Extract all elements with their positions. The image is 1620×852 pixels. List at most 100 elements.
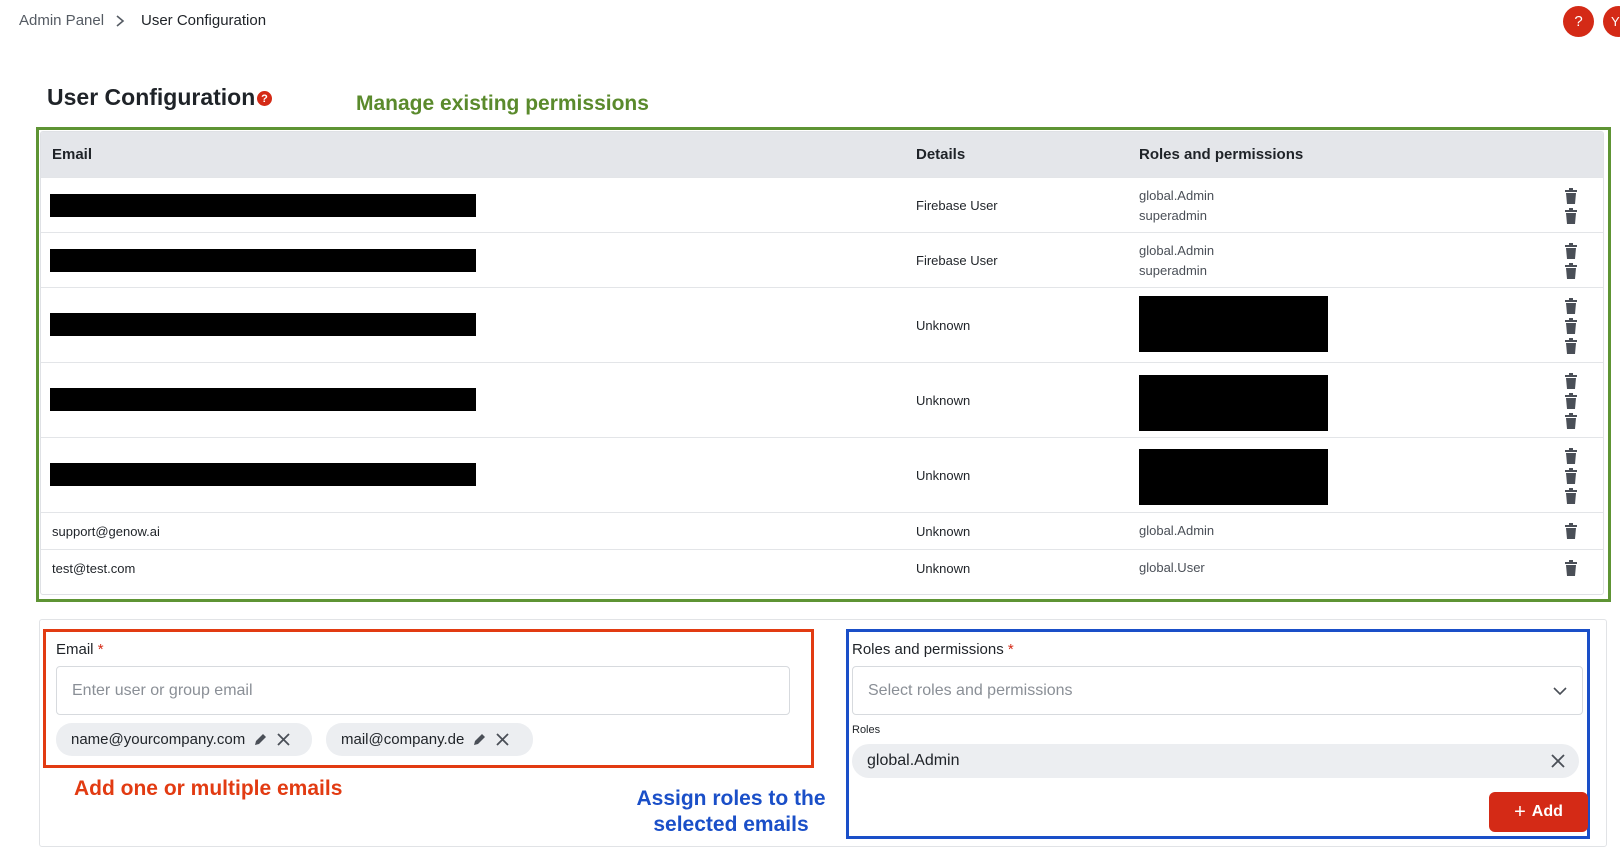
- trash-icon[interactable]: [1564, 523, 1578, 539]
- details-cell: Unknown: [916, 393, 971, 408]
- email-label-text: Email: [56, 641, 94, 658]
- breadcrumb-current: User Configuration: [141, 12, 267, 29]
- page-title: User Configuration: [47, 84, 256, 110]
- trash-icon[interactable]: [1564, 393, 1578, 409]
- email-chip-label: mail@company.de: [341, 731, 465, 748]
- details-cell: Unknown: [916, 318, 971, 333]
- email-cell: test@test.com: [52, 561, 136, 576]
- annotation-box-roles: [846, 629, 1590, 839]
- top-bar: Admin Panel User Configuration ? Y: [0, 0, 1620, 44]
- row-actions: [1564, 298, 1580, 358]
- redacted-roles: [1139, 449, 1328, 505]
- details-cell: Unknown: [916, 561, 971, 576]
- selected-role-chip[interactable]: global.Admin: [852, 744, 1579, 778]
- trash-icon[interactable]: [1564, 373, 1578, 389]
- plus-icon: +: [1514, 801, 1526, 823]
- trash-icon[interactable]: [1564, 208, 1578, 224]
- email-chip-label: name@yourcompany.com: [71, 731, 246, 748]
- avatar[interactable]: Y: [1603, 6, 1620, 37]
- annotation-assign-line1: Assign roles to the: [636, 787, 826, 810]
- table-row[interactable]: Unknown: [41, 437, 1603, 512]
- role-item: superadmin: [1139, 263, 1207, 278]
- avatar-initial: Y: [1611, 14, 1620, 29]
- trash-icon[interactable]: [1564, 243, 1578, 259]
- add-button[interactable]: + Add: [1489, 792, 1588, 832]
- trash-icon[interactable]: [1564, 488, 1578, 504]
- redacted-email: [50, 388, 476, 411]
- trash-icon[interactable]: [1564, 338, 1578, 354]
- table-row[interactable]: Firebase User global.Admin superadmin: [41, 177, 1603, 232]
- email-field-label: Email *: [56, 641, 104, 658]
- column-header-roles[interactable]: Roles and permissions: [1139, 146, 1303, 163]
- help-icon[interactable]: ?: [1563, 6, 1594, 37]
- row-actions: [1564, 243, 1580, 283]
- row-actions: [1564, 188, 1580, 228]
- chevron-down-icon[interactable]: [1552, 685, 1568, 697]
- add-button-label: Add: [1531, 803, 1563, 820]
- roles-cell: global.Admin superadmin: [1139, 186, 1214, 226]
- roles-select[interactable]: Select roles and permissions: [852, 666, 1583, 715]
- close-icon[interactable]: [1551, 754, 1565, 768]
- annotation-add-emails: Add one or multiple emails: [74, 777, 343, 800]
- redacted-email: [50, 194, 476, 217]
- table-row[interactable]: test@test.com Unknown global.User: [41, 549, 1603, 586]
- role-item: global.Admin: [1139, 188, 1215, 203]
- table-row[interactable]: Unknown: [41, 362, 1603, 437]
- roles-field-label: Roles and permissions *: [852, 641, 1014, 658]
- chevron-right-icon: [116, 15, 125, 27]
- details-cell: Firebase User: [916, 253, 998, 268]
- trash-icon[interactable]: [1564, 263, 1578, 279]
- column-header-email[interactable]: Email: [52, 146, 92, 163]
- pencil-icon[interactable]: [472, 732, 487, 747]
- redacted-roles: [1139, 296, 1328, 352]
- row-actions: [1564, 448, 1580, 508]
- close-icon[interactable]: [495, 732, 510, 747]
- details-cell: Unknown: [916, 524, 971, 539]
- role-item: global.Admin: [1139, 243, 1215, 258]
- close-icon[interactable]: [276, 732, 291, 747]
- trash-icon[interactable]: [1564, 448, 1578, 464]
- email-cell: support@genow.ai: [52, 524, 160, 539]
- roles-cell: global.Admin: [1139, 521, 1214, 541]
- redacted-roles: [1139, 375, 1328, 431]
- trash-icon[interactable]: [1564, 413, 1578, 429]
- email-chip[interactable]: name@yourcompany.com: [56, 723, 312, 756]
- email-chip[interactable]: mail@company.de: [326, 723, 533, 756]
- table-row[interactable]: Unknown: [41, 287, 1603, 362]
- details-cell: Unknown: [916, 468, 971, 483]
- help-icon[interactable]: ?: [257, 91, 272, 106]
- users-table: Email Details Roles and permissions Fire…: [40, 131, 1604, 595]
- row-actions: [1564, 523, 1580, 543]
- email-placeholder: Enter user or group email: [72, 682, 253, 699]
- column-header-details[interactable]: Details: [916, 146, 965, 163]
- role-item: global.Admin: [1139, 523, 1215, 538]
- annotation-manage-permissions: Manage existing permissions: [356, 92, 649, 115]
- roles-group-label: Roles: [852, 724, 881, 736]
- roles-cell: global.User: [1139, 558, 1205, 578]
- trash-icon[interactable]: [1564, 188, 1578, 204]
- email-input[interactable]: Enter user or group email: [56, 666, 790, 715]
- breadcrumb-admin-panel[interactable]: Admin Panel: [19, 12, 104, 29]
- table-row[interactable]: Firebase User global.Admin superadmin: [41, 232, 1603, 287]
- required-marker: *: [1007, 641, 1014, 658]
- pencil-icon[interactable]: [253, 732, 268, 747]
- trash-icon[interactable]: [1564, 318, 1578, 334]
- annotation-assign-roles: Assign roles to the selected emails: [616, 786, 846, 838]
- trash-icon[interactable]: [1564, 298, 1578, 314]
- role-item: superadmin: [1139, 208, 1207, 223]
- role-item: global.User: [1139, 560, 1205, 575]
- help-glyph: ?: [261, 92, 268, 105]
- table-row[interactable]: support@genow.ai Unknown global.Admin: [41, 512, 1603, 549]
- row-actions: [1564, 373, 1580, 433]
- table-header: Email Details Roles and permissions: [41, 132, 1603, 177]
- redacted-email: [50, 249, 476, 272]
- roles-placeholder: Select roles and permissions: [868, 682, 1073, 699]
- redacted-email: [50, 463, 476, 486]
- roles-label-text: Roles and permissions: [852, 641, 1004, 658]
- details-cell: Firebase User: [916, 198, 998, 213]
- trash-icon[interactable]: [1564, 468, 1578, 484]
- trash-icon[interactable]: [1564, 560, 1578, 576]
- roles-cell: global.Admin superadmin: [1139, 241, 1214, 281]
- selected-role-label: global.Admin: [867, 752, 960, 769]
- row-actions: [1564, 560, 1580, 580]
